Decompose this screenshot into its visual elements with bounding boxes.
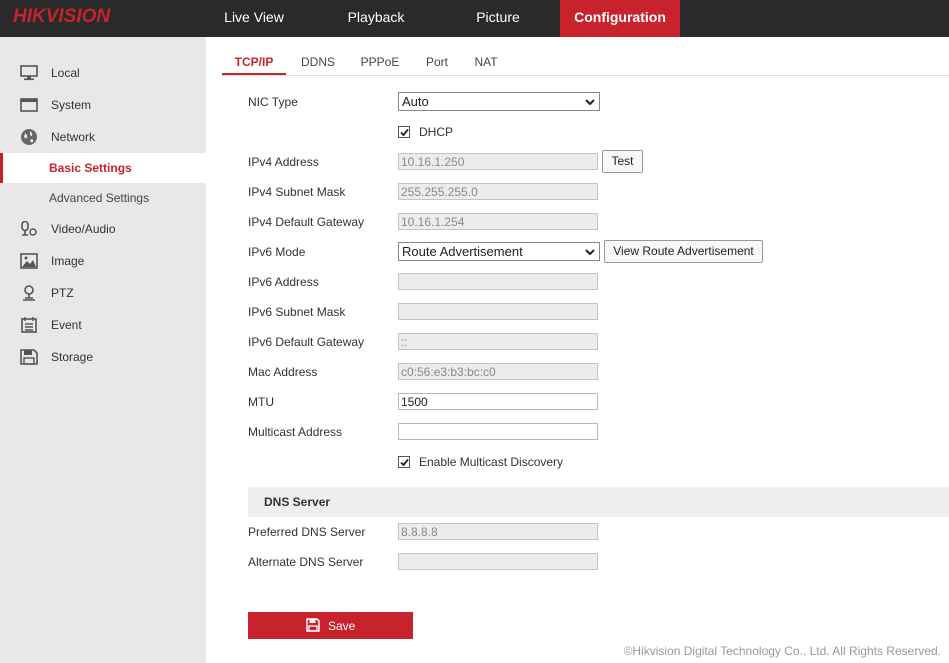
sidebar-item-system[interactable]: System — [0, 91, 206, 119]
sidebar: Local System Network Basic Settings Adva… — [0, 37, 206, 663]
sidebar-item-label: Storage — [51, 350, 94, 364]
mac-address-field[interactable] — [398, 363, 598, 380]
ipv6-gateway-field[interactable] — [398, 333, 598, 350]
ipv6-mode-select[interactable]: Route Advertisement — [398, 242, 600, 261]
sidebar-sub-label: Advanced Settings — [49, 191, 150, 205]
ipv4-subnet-field[interactable] — [398, 183, 598, 200]
sidebar-item-storage[interactable]: Storage — [0, 343, 206, 371]
globe-icon — [21, 129, 37, 145]
copyright-footer: ©Hikvision Digital Technology Co., Ltd. … — [623, 644, 941, 658]
mtu-field[interactable] — [398, 393, 598, 410]
preferred-dns-field[interactable] — [398, 523, 598, 540]
sidebar-item-local[interactable]: Local — [0, 59, 206, 87]
ipv6-gateway-label: IPv6 Default Gateway — [248, 335, 365, 349]
top-bar: HIKVISION Live View Playback Picture Con… — [0, 0, 949, 37]
nic-type-label: NIC Type — [248, 95, 298, 109]
save-icon — [306, 618, 320, 632]
sidebar-item-event[interactable]: Event — [0, 311, 206, 339]
view-route-advertisement-button[interactable]: View Route Advertisement — [604, 240, 763, 263]
save-label: Save — [328, 619, 356, 633]
sidebar-item-label: PTZ — [51, 286, 74, 300]
network-tabs: TCP/IP DDNS PPPoE Port NAT — [222, 44, 949, 76]
monitor-icon — [20, 65, 38, 81]
test-button[interactable]: Test — [602, 150, 643, 173]
ipv4-gateway-field[interactable] — [398, 213, 598, 230]
sidebar-item-image[interactable]: Image — [0, 247, 206, 275]
sidebar-sub-basic-settings[interactable]: Basic Settings — [0, 153, 206, 183]
sidebar-item-network[interactable]: Network — [0, 123, 206, 151]
chevron-down-icon — [585, 249, 595, 256]
nic-type-value: Auto — [402, 94, 429, 109]
sidebar-item-ptz[interactable]: PTZ — [0, 279, 206, 307]
nav-live-view[interactable]: Live View — [206, 0, 302, 37]
ipv6-mode-label: IPv6 Mode — [248, 245, 306, 259]
nav-playback[interactable]: Playback — [326, 0, 426, 37]
ipv6-subnet-label: IPv6 Subnet Mask — [248, 305, 346, 319]
tab-nat[interactable]: NAT — [468, 44, 504, 75]
microphone-icon — [21, 221, 37, 236]
mac-address-label: Mac Address — [248, 365, 318, 379]
sidebar-item-label: Video/Audio — [51, 222, 116, 236]
preferred-dns-label: Preferred DNS Server — [248, 525, 366, 539]
disk-icon — [20, 349, 38, 365]
ipv4-address-label: IPv4 Address — [248, 155, 319, 169]
sidebar-item-label: System — [51, 98, 92, 112]
ipv6-address-field[interactable] — [398, 273, 598, 290]
alternate-dns-label: Alternate DNS Server — [248, 555, 364, 569]
ipv6-mode-value: Route Advertisement — [402, 244, 523, 259]
multicast-discovery-checkbox[interactable] — [398, 456, 410, 468]
sidebar-item-label: Network — [51, 130, 96, 144]
checkmark-icon — [400, 458, 409, 467]
tab-pppoe[interactable]: PPPoE — [354, 44, 406, 75]
save-button[interactable]: Save — [248, 612, 413, 639]
tab-ddns[interactable]: DDNS — [294, 44, 342, 75]
ipv4-subnet-label: IPv4 Subnet Mask — [248, 185, 346, 199]
nav-configuration[interactable]: Configuration — [560, 0, 680, 37]
sidebar-item-label: Image — [51, 254, 85, 268]
multicast-address-field[interactable] — [398, 423, 598, 440]
sidebar-sub-advanced-settings[interactable]: Advanced Settings — [0, 183, 206, 213]
calendar-icon — [21, 317, 37, 333]
multicast-discovery-label: Enable Multicast Discovery — [419, 455, 564, 469]
multicast-address-label: Multicast Address — [248, 425, 343, 439]
sidebar-sub-label: Basic Settings — [49, 161, 132, 175]
ipv4-address-field[interactable] — [398, 153, 598, 170]
ipv6-subnet-field[interactable] — [398, 303, 598, 320]
image-icon — [20, 253, 38, 269]
checkmark-icon — [400, 128, 409, 137]
nav-picture[interactable]: Picture — [450, 0, 546, 37]
sidebar-item-label: Local — [51, 66, 80, 80]
alternate-dns-field[interactable] — [398, 553, 598, 570]
sidebar-item-video-audio[interactable]: Video/Audio — [0, 215, 206, 243]
dns-server-heading: DNS Server — [264, 495, 331, 509]
dns-server-section-header: DNS Server — [248, 487, 949, 517]
hikvision-logo: HIKVISION — [13, 6, 111, 27]
dhcp-checkbox[interactable] — [398, 126, 410, 138]
tab-port[interactable]: Port — [418, 44, 456, 75]
ptz-icon — [23, 285, 35, 301]
tab-tcpip[interactable]: TCP/IP — [222, 44, 286, 75]
dhcp-label: DHCP — [419, 125, 454, 139]
system-icon — [20, 98, 38, 112]
sidebar-item-label: Event — [51, 318, 82, 332]
mtu-label: MTU — [248, 395, 274, 409]
nic-type-select[interactable]: Auto — [398, 92, 600, 111]
ipv4-gateway-label: IPv4 Default Gateway — [248, 215, 365, 229]
chevron-down-icon — [585, 99, 595, 106]
ipv6-address-label: IPv6 Address — [248, 275, 319, 289]
